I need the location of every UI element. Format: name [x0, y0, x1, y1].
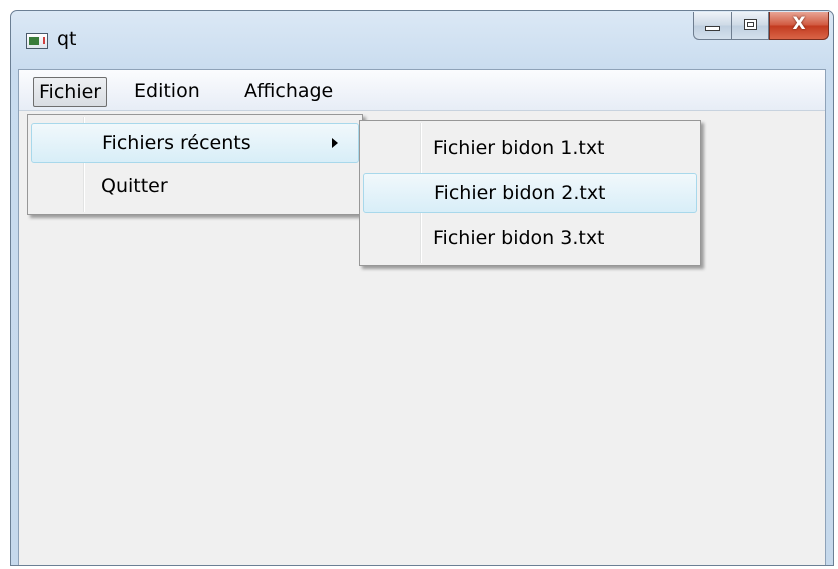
menu-item-fichier-bidon-2[interactable]: Fichier bidon 2.txt: [363, 173, 697, 213]
title-bar[interactable]: qt X: [11, 11, 833, 67]
caption-buttons: X: [693, 12, 829, 40]
fichier-dropdown-menu: Fichiers récents Quitter: [27, 114, 363, 215]
minimize-button[interactable]: [693, 12, 731, 40]
menu-item-fichiers-recents[interactable]: Fichiers récents: [31, 123, 359, 163]
app-icon[interactable]: [26, 33, 48, 49]
menu-item-label: Fichiers récents: [102, 132, 251, 154]
recent-files-submenu: Fichier bidon 1.txt Fichier bidon 2.txt …: [359, 120, 701, 266]
maximize-icon: [744, 19, 757, 30]
menu-bar: Fichier Edition Affichage: [19, 70, 825, 111]
menu-item-label: Quitter: [101, 175, 168, 197]
menu-item-fichier-bidon-3[interactable]: Fichier bidon 3.txt: [363, 219, 697, 259]
menu-item-quitter[interactable]: Quitter: [31, 167, 359, 207]
window-title: qt: [57, 28, 77, 50]
menu-item-label: Fichier bidon 3.txt: [433, 227, 605, 249]
menu-item-label: Fichier bidon 1.txt: [433, 137, 605, 159]
main-window: qt X Fichier Edition Affichage: [10, 10, 834, 566]
menu-edition[interactable]: Edition: [129, 77, 205, 107]
submenu-arrow-icon: [332, 138, 338, 148]
menu-item-fichier-bidon-1[interactable]: Fichier bidon 1.txt: [363, 129, 697, 169]
minimize-icon: [705, 26, 720, 31]
close-icon: X: [792, 14, 806, 34]
menu-item-label: Fichier bidon 2.txt: [434, 182, 606, 204]
menu-affichage[interactable]: Affichage: [239, 77, 338, 107]
menu-fichier[interactable]: Fichier: [33, 77, 108, 107]
maximize-button[interactable]: [731, 12, 769, 40]
close-button[interactable]: X: [769, 12, 829, 40]
